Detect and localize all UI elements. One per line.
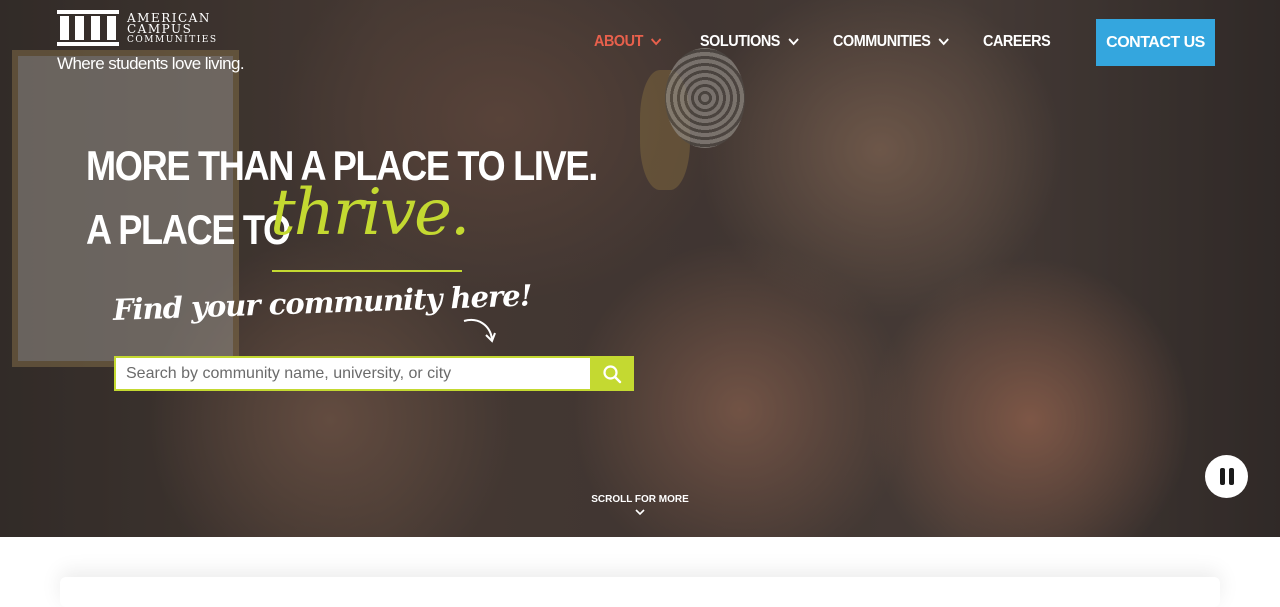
pause-video-button[interactable] — [1205, 455, 1248, 498]
below-hero-section — [0, 537, 1280, 607]
pause-icon — [1218, 468, 1236, 485]
contact-us-button[interactable]: CONTACT US — [1096, 19, 1215, 66]
community-search — [114, 356, 634, 391]
nav-item-communities[interactable]: COMMUNITIES — [833, 33, 950, 51]
search-button[interactable] — [590, 356, 634, 391]
nav-item-label: CAREERS — [983, 33, 1051, 50]
nav-item-label: SOLUTIONS — [700, 33, 780, 50]
main-nav: ABOUT SOLUTIONS COMMUNITIES CAREERS CONT… — [0, 0, 1280, 80]
content-card — [60, 577, 1220, 607]
nav-item-label: COMMUNITIES — [833, 33, 931, 50]
chevron-down-icon — [651, 38, 662, 46]
scroll-for-more[interactable]: SCROLL FOR MORE — [590, 494, 690, 516]
search-icon — [603, 364, 622, 383]
hero-headline-line2: A PLACE TO — [86, 206, 291, 253]
chevron-down-icon — [788, 38, 799, 46]
chevron-down-icon — [938, 38, 950, 46]
nav-item-careers[interactable]: CAREERS — [983, 33, 1051, 51]
scroll-label: SCROLL FOR MORE — [591, 494, 689, 505]
hero-overlay — [0, 0, 1280, 537]
curved-arrow-icon — [463, 319, 496, 343]
hero-section: AMERICAN CAMPUS COMMUNITIES Where studen… — [0, 0, 1280, 537]
nav-item-solutions[interactable]: SOLUTIONS — [700, 33, 800, 51]
nav-item-label: ABOUT — [594, 33, 643, 50]
chevron-down-icon — [635, 509, 645, 516]
nav-item-about[interactable]: ABOUT — [594, 33, 663, 51]
headline-underline — [272, 270, 462, 272]
search-input[interactable] — [114, 356, 590, 391]
hero-script-word: thrive. — [270, 176, 470, 250]
